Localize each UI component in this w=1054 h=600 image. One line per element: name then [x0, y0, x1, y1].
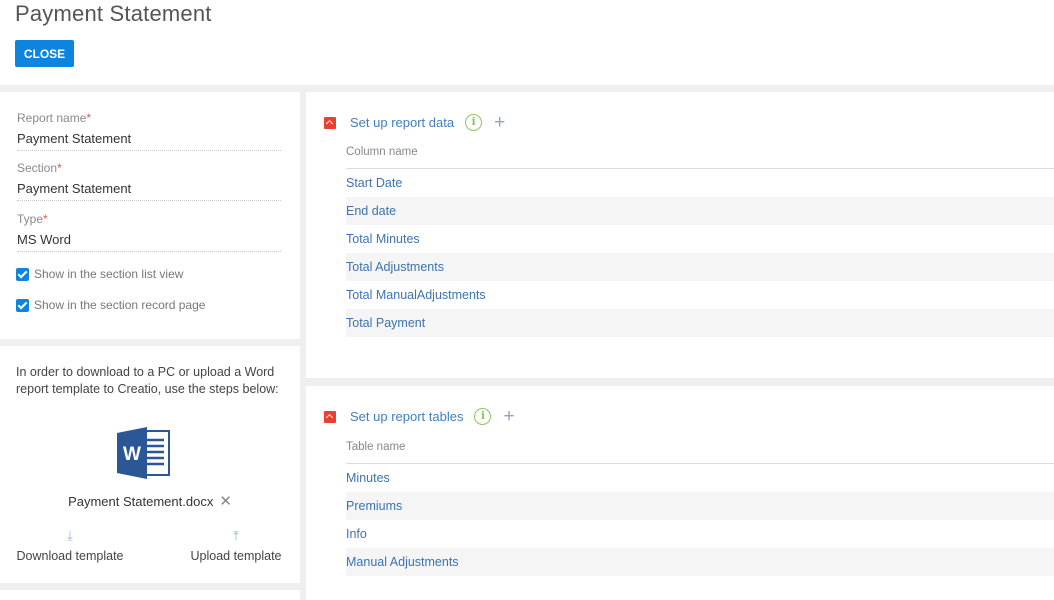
upload-template-label: Upload template — [190, 549, 282, 563]
word-document-icon: W — [117, 427, 170, 479]
show-in-list-checkbox[interactable] — [16, 267, 29, 281]
add-column-icon[interactable]: + — [494, 113, 505, 132]
add-table-icon[interactable]: + — [503, 407, 514, 426]
template-panel: In order to download to a PC or upload a… — [0, 346, 300, 583]
report-data-rows: Start Date End date Total Minutes Total Adj… — [346, 169, 1054, 337]
section-field[interactable]: Section* Payment Statement — [17, 161, 281, 201]
upload-arrow-icon: ⤒ — [233, 528, 239, 543]
upload-template-button[interactable]: ⤒ Upload template — [190, 528, 282, 564]
type-field[interactable]: Type* MS Word — [17, 212, 281, 252]
bottom-panel — [0, 590, 300, 600]
download-template-button[interactable]: ⤓ Download template — [16, 528, 124, 564]
required-mark: * — [57, 161, 62, 175]
report-name-field[interactable]: Report name* Payment Statement — [17, 111, 281, 151]
report-tables-rows: Minutes Premiums Info Manual Adjustments — [346, 464, 1054, 576]
table-row[interactable]: Total ManualAdjustments — [346, 281, 1054, 309]
table-name-header: Table name — [346, 441, 1054, 464]
info-icon[interactable]: i — [465, 114, 483, 131]
required-mark: * — [86, 111, 92, 125]
remove-file-icon[interactable]: ✕ — [219, 493, 232, 510]
template-file-name: Payment Statement.docx — [68, 494, 214, 509]
column-name-header: Column name — [346, 146, 1054, 169]
close-button[interactable]: CLOSE — [15, 40, 74, 67]
info-icon[interactable]: i — [474, 408, 492, 425]
download-arrow-icon: ⤓ — [67, 528, 73, 543]
table-row[interactable]: Total Adjustments — [346, 253, 1054, 281]
report-name-value[interactable]: Payment Statement — [17, 131, 281, 151]
svg-text:W: W — [123, 444, 141, 465]
show-in-list-label: Show in the section list view — [34, 267, 184, 281]
table-row[interactable]: Manual Adjustments — [346, 548, 1054, 576]
report-data-panel: Set up report data i + Column name Start… — [306, 92, 1054, 378]
collapse-report-data-button[interactable] — [324, 116, 336, 129]
collapse-report-tables-button[interactable] — [324, 410, 336, 423]
type-label: Type — [17, 212, 44, 226]
table-row[interactable]: Total Minutes — [346, 225, 1054, 253]
page-title: Payment Statement — [15, 1, 212, 26]
show-in-list-option[interactable]: Show in the section list view — [16, 267, 183, 281]
report-tables-panel: Set up report tables i + Table name Minu… — [306, 386, 1054, 600]
section-value[interactable]: Payment Statement — [17, 181, 281, 201]
report-data-header: Set up report data i + — [324, 113, 505, 132]
table-row[interactable]: End date — [346, 197, 1054, 225]
report-data-grid: Column name Start Date End date Total Minu… — [346, 146, 1054, 337]
table-row[interactable]: Start Date — [346, 169, 1054, 197]
type-value[interactable]: MS Word — [17, 232, 281, 252]
template-instruction: In order to download to a PC or upload a… — [16, 365, 279, 396]
report-tables-grid: Table name Minutes Premiums Info Manual Adj… — [346, 441, 1054, 576]
table-row[interactable]: Minutes — [346, 464, 1054, 492]
report-tables-title[interactable]: Set up report tables — [350, 409, 463, 424]
table-row[interactable]: Total Payment — [346, 309, 1054, 337]
section-label: Section — [17, 161, 58, 175]
page-header: Payment Statement CLOSE — [0, 0, 1054, 85]
report-tables-header: Set up report tables i + — [324, 407, 515, 426]
download-template-label: Download template — [16, 549, 124, 563]
table-row[interactable]: Premiums — [346, 492, 1054, 520]
report-data-title[interactable]: Set up report data — [350, 115, 454, 130]
show-in-record-checkbox[interactable] — [16, 298, 29, 312]
table-row[interactable]: Info — [346, 520, 1054, 548]
report-properties-panel: Report name* Payment Statement Section* … — [0, 92, 300, 339]
show-in-record-option[interactable]: Show in the section record page — [16, 298, 205, 312]
template-file: Payment Statement.docx ✕ — [0, 492, 300, 510]
report-name-label: Report name — [17, 111, 87, 125]
required-mark: * — [43, 212, 48, 226]
show-in-record-label: Show in the section record page — [34, 298, 206, 312]
